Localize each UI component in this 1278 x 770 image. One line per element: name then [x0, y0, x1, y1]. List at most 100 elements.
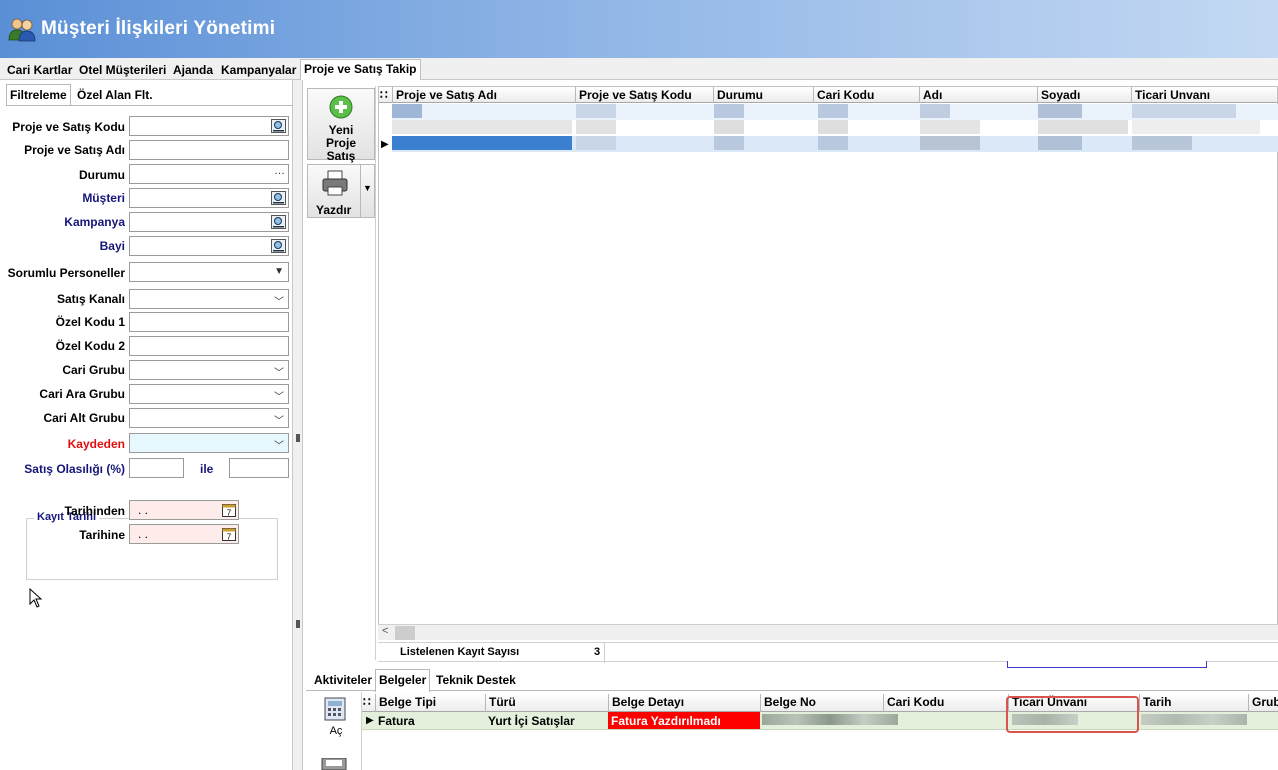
splitter-grip-bottom-icon[interactable] [296, 620, 300, 628]
col-durumu[interactable]: Durumu [713, 87, 813, 103]
cari-grubu-select[interactable]: ﹀ [129, 360, 289, 380]
col-belge-no[interactable]: Belge No [760, 694, 883, 712]
ozel-kodu-2-field[interactable] [129, 336, 289, 356]
print-button[interactable]: Yazdır ▼ [307, 164, 375, 218]
tarihinden-label: Tarihinden [64, 504, 125, 518]
tab-teknik-destek[interactable]: Teknik Destek [433, 673, 519, 687]
col-adi[interactable]: Adı [919, 87, 1037, 103]
satis-olasiligi-to[interactable] [229, 458, 289, 478]
lookup-icon[interactable] [271, 119, 286, 133]
detail-tab-bar: Aktiviteler Belgeler Teknik Destek [306, 669, 1278, 692]
col-cari-kodu[interactable]: Cari Kodu [883, 694, 1008, 712]
grid-horizontal-scrollbar[interactable]: < [378, 624, 1278, 640]
satis-olasiligi-label: Satış Olasılığı (%) [24, 462, 125, 476]
chevron-down-icon[interactable]: ﹀ [274, 293, 284, 308]
durumu-label: Durumu [79, 168, 125, 182]
tab-kampanyalar[interactable]: Kampanyalar [218, 62, 299, 80]
side-toolbar: Yeni Proje Satış Yazdır ▼ [306, 86, 376, 660]
tab-otel-musterileri[interactable]: Otel Müşterileri [76, 62, 169, 80]
col-proje-adi[interactable]: Proje ve Satış Adı [392, 87, 575, 103]
printer-icon [322, 170, 348, 196]
col-tarih[interactable]: Tarih [1139, 694, 1248, 712]
tab-belgeler[interactable]: Belgeler [375, 669, 431, 692]
tab-filtreleme[interactable]: Filtreleme [6, 84, 71, 105]
tab-ajanda[interactable]: Ajanda [170, 62, 216, 80]
calendar-icon[interactable]: 7 [222, 503, 236, 517]
calendar-day: 7 [227, 533, 232, 542]
chevron-down-icon[interactable]: ﹀ [274, 388, 284, 403]
status-badge: Fatura Yazdırılmadı [608, 712, 760, 729]
calendar-icon[interactable]: 7 [222, 527, 236, 541]
dropdown-arrow-icon[interactable]: ▼ [274, 266, 284, 277]
chevron-down-icon[interactable]: ﹀ [274, 437, 284, 452]
table-row[interactable] [392, 104, 1278, 120]
panel-resize-indicator[interactable] [1007, 661, 1207, 668]
lookup-icon[interactable] [271, 215, 286, 229]
filter-panel: Filtreleme Özel Alan Flt. Proje ve Satış… [0, 80, 293, 770]
tarihine-field[interactable]: . . 7 [129, 524, 239, 544]
tab-cari-kartlar[interactable]: Cari Kartlar [4, 62, 75, 80]
ozel-kodu-2-label: Özel Kodu 2 [55, 339, 125, 353]
proje-kodu-label: Proje ve Satış Kodu [12, 120, 125, 134]
calculator-icon [324, 697, 346, 721]
column-chooser-icon[interactable]: ∷ [379, 87, 392, 103]
column-chooser-icon[interactable]: ∷ [362, 694, 375, 712]
col-proje-kodu[interactable]: Proje ve Satış Kodu [575, 87, 713, 103]
add-icon [329, 95, 353, 119]
project-sales-panel: Yeni Proje Satış Yazdır ▼ ∷ Proje ve Sat… [303, 80, 1278, 770]
durumu-field[interactable]: … [129, 164, 289, 184]
proje-adi-label: Proje ve Satış Adı [24, 143, 125, 157]
table-row[interactable] [392, 120, 1278, 136]
ozel-kodu-1-field[interactable] [129, 312, 289, 332]
filter-form: Proje ve Satış Kodu Proje ve Satış Adı D… [6, 105, 293, 770]
satis-kanali-select[interactable]: ﹀ [129, 289, 289, 309]
proje-adi-field[interactable] [129, 140, 289, 160]
chevron-down-icon[interactable]: ﹀ [274, 364, 284, 379]
kaydeden-select[interactable]: ﹀ [129, 433, 289, 453]
satis-olasiligi-from[interactable] [129, 458, 184, 478]
cari-alt-grubu-select[interactable]: ﹀ [129, 408, 289, 428]
tab-aktiviteler[interactable]: Aktiviteler [311, 673, 375, 687]
kampanya-field[interactable] [129, 212, 289, 232]
tarihine-label: Tarihine [79, 528, 125, 542]
tab-ozel-alan-flt[interactable]: Özel Alan Flt. [74, 87, 156, 103]
documents-grid: ∷ Belge Tipi Türü Belge Detayı Belge No … [362, 694, 1278, 770]
tab-proje-satis-takip[interactable]: Proje ve Satış Takip [300, 59, 421, 80]
lookup-icon[interactable] [271, 191, 286, 205]
sorumlu-label: Sorumlu Personeller [7, 266, 125, 280]
turu-cell: Yurt İçi Satışlar [488, 714, 575, 728]
tarihinden-value: . . [138, 503, 149, 517]
lookup-icon[interactable] [271, 239, 286, 253]
musteri-field[interactable] [129, 188, 289, 208]
col-cari-kodu[interactable]: Cari Kodu [813, 87, 919, 103]
scroll-thumb[interactable] [395, 626, 415, 640]
splitter-grip-top-icon[interactable] [296, 434, 300, 442]
print-documents-icon[interactable] [320, 758, 348, 770]
scroll-left-icon[interactable]: < [382, 625, 388, 637]
new-project-sale-button[interactable]: Yeni Proje Satış [307, 88, 375, 163]
table-row-selected[interactable] [392, 136, 1278, 152]
proje-kodu-field[interactable] [129, 116, 289, 136]
tarihine-value: . . [138, 527, 149, 541]
col-turu[interactable]: Türü [485, 694, 608, 712]
chevron-down-icon[interactable]: ﹀ [274, 412, 284, 427]
belge-detayi-cell: Fatura Yazdırılmadı [611, 714, 721, 728]
col-grub[interactable]: Grub [1248, 694, 1278, 712]
col-soyadi[interactable]: Soyadı [1037, 87, 1131, 103]
cari-ara-grubu-select[interactable]: ﹀ [129, 384, 289, 404]
print-dropdown-arrow-icon[interactable]: ▼ [360, 165, 374, 217]
ellipsis-icon[interactable]: … [274, 165, 285, 177]
bayi-label: Bayi [99, 239, 125, 253]
open-button[interactable]: Aç [316, 696, 356, 737]
ile-label: ile [200, 462, 214, 476]
panel-splitter[interactable] [293, 80, 303, 770]
users-icon [8, 18, 36, 42]
sorumlu-select[interactable]: ▼ [129, 262, 289, 282]
col-ticari-unvani[interactable]: Ticari Unvanı [1131, 87, 1278, 103]
row-indicator-icon: ▶ [366, 715, 374, 726]
bayi-field[interactable] [129, 236, 289, 256]
col-belge-tipi[interactable]: Belge Tipi [375, 694, 485, 712]
tarihinden-field[interactable]: . . 7 [129, 500, 239, 520]
document-row[interactable]: ▶ Fatura Yurt İçi Satışlar Fatura Yazdır… [362, 712, 1278, 730]
col-belge-detayi[interactable]: Belge Detayı [608, 694, 760, 712]
